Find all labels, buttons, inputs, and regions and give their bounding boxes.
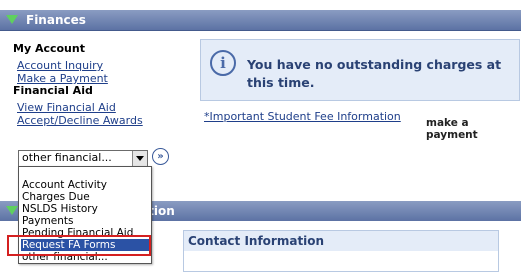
student-fee-info-link[interactable]: *Important Student Fee Information bbox=[204, 110, 401, 123]
view-financial-aid-link[interactable]: View Financial Aid bbox=[17, 101, 116, 114]
info-message-text: You have no outstanding charges at this … bbox=[247, 57, 502, 90]
dropdown-option-charges-due[interactable]: Charges Due bbox=[21, 191, 149, 203]
select-value: other financial... bbox=[22, 151, 112, 164]
finances-title: Finances bbox=[26, 13, 86, 27]
other-financial-select[interactable]: other financial... bbox=[18, 150, 148, 167]
dropdown-option-payments[interactable]: Payments bbox=[21, 215, 149, 227]
info-icon: i bbox=[210, 50, 236, 76]
accept-decline-awards-link[interactable]: Accept/Decline Awards bbox=[17, 114, 143, 127]
my-account-heading: My Account bbox=[13, 42, 85, 55]
account-inquiry-link[interactable]: Account Inquiry bbox=[17, 59, 103, 72]
selection-highlight-rect bbox=[7, 235, 151, 256]
financial-aid-heading: Financial Aid bbox=[13, 84, 93, 97]
collapse-triangle-icon[interactable] bbox=[6, 206, 18, 215]
info-message-box: i You have no outstanding charges at thi… bbox=[200, 39, 520, 101]
contact-information-title: Contact Information bbox=[188, 234, 325, 248]
double-chevron-right-icon[interactable]: » bbox=[152, 148, 169, 165]
dropdown-option-nslds-history[interactable]: NSLDS History bbox=[21, 203, 149, 215]
contact-information-panel: Contact Information bbox=[183, 230, 499, 272]
finances-header[interactable]: Finances bbox=[0, 10, 521, 31]
chevron-down-icon[interactable] bbox=[132, 151, 147, 166]
make-a-payment-text[interactable]: make a payment bbox=[426, 117, 521, 141]
collapse-triangle-icon[interactable] bbox=[6, 15, 18, 24]
dropdown-option-account-activity[interactable]: Account Activity bbox=[21, 179, 149, 191]
